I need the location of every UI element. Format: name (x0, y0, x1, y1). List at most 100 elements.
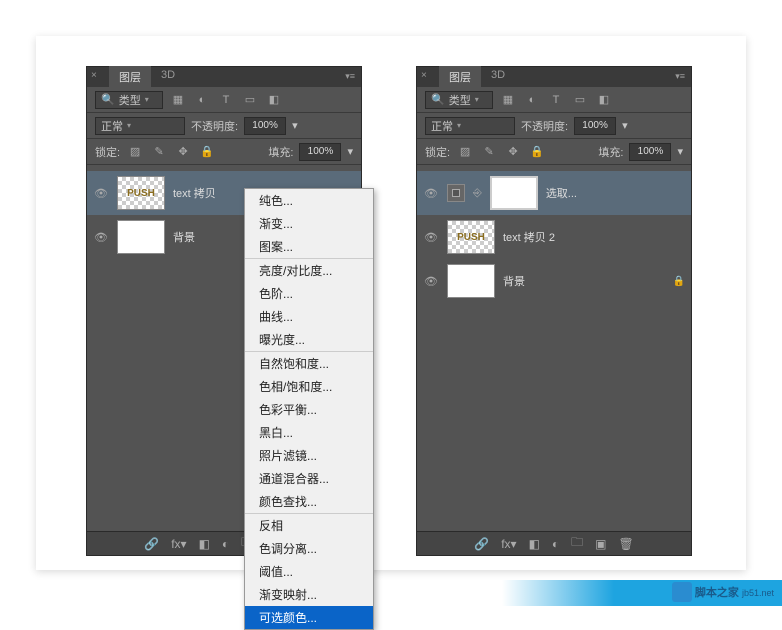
filter-adjust-icon[interactable]: ◐ (523, 91, 541, 109)
layer-thumbnail[interactable] (447, 220, 495, 254)
opacity-stepper-icon[interactable]: ▾ (292, 119, 298, 132)
close-icon[interactable]: × (421, 70, 427, 81)
fill-stepper-icon[interactable]: ▾ (347, 145, 353, 158)
opacity-label: 不透明度: (521, 118, 568, 134)
link-icon[interactable]: ⎆ (473, 187, 482, 200)
filter-type-icon[interactable]: T (547, 91, 565, 109)
menu-item-invert[interactable]: 反相 (245, 514, 373, 537)
visibility-icon[interactable]: 👁 (423, 229, 439, 245)
filter-kind-select[interactable]: 🔍类型▾ (425, 91, 493, 109)
menu-item-exposure[interactable]: 曝光度... (245, 328, 373, 351)
trash-icon[interactable]: 🗑 (619, 537, 634, 551)
menu-item-bw[interactable]: 黑白... (245, 421, 373, 444)
layer-name[interactable]: 选取... (546, 185, 685, 201)
lock-brush-icon[interactable]: ✎ (480, 143, 498, 161)
visibility-icon[interactable]: 👁 (423, 185, 439, 201)
menu-item-posterize[interactable]: 色调分离... (245, 537, 373, 560)
link-icon[interactable]: 🔗 (144, 537, 159, 551)
opacity-value[interactable]: 100% (574, 117, 616, 135)
panel-menu-icon[interactable]: ▾≡ (675, 71, 685, 82)
adjustment-icon[interactable]: ◐ (552, 537, 559, 551)
lock-transparency-icon[interactable]: ▨ (126, 143, 144, 161)
filter-row: 🔍类型▾ ▦ ◐ T ▭ ◧ (417, 87, 691, 113)
menu-item-brightness[interactable]: 亮度/对比度... (245, 259, 373, 282)
filter-pixel-icon[interactable]: ▦ (499, 91, 517, 109)
lock-all-icon[interactable]: 🔒 (528, 143, 546, 161)
fill-stepper-icon[interactable]: ▾ (677, 145, 683, 158)
lock-row: 锁定: ▨ ✎ ✥ 🔒 填充: 100% ▾ (417, 139, 691, 165)
menu-item-threshold[interactable]: 阈值... (245, 560, 373, 583)
layer-thumbnail[interactable] (117, 220, 165, 254)
menu-item-color-balance[interactable]: 色彩平衡... (245, 398, 373, 421)
lock-all-icon[interactable]: 🔒 (198, 143, 216, 161)
close-icon[interactable]: × (91, 70, 97, 81)
opacity-label: 不透明度: (191, 118, 238, 134)
layer-name[interactable]: 背景 (503, 273, 665, 289)
tab-3d[interactable]: 3D (481, 66, 515, 88)
lock-move-icon[interactable]: ✥ (174, 143, 192, 161)
layer-thumbnail[interactable] (117, 176, 165, 210)
new-layer-icon[interactable]: ▣ (595, 537, 606, 551)
tab-layers[interactable]: 图层 (439, 66, 481, 88)
adjustment-icon[interactable]: ◐ (222, 537, 229, 551)
tab-layers[interactable]: 图层 (109, 66, 151, 88)
fill-value[interactable]: 100% (629, 143, 671, 161)
menu-item-hue[interactable]: 色相/饱和度... (245, 375, 373, 398)
layers-panel-right: × 图层 3D ▾≡ 🔍类型▾ ▦ ◐ T ▭ ◧ 正常▾ 不透明度: 100%… (416, 66, 692, 556)
filter-shape-icon[interactable]: ▭ (241, 91, 259, 109)
blend-mode-select[interactable]: 正常▾ (95, 117, 185, 135)
panel-menu-icon[interactable]: ▾≡ (345, 71, 355, 82)
filter-adjust-icon[interactable]: ◐ (193, 91, 211, 109)
visibility-icon[interactable]: 👁 (423, 273, 439, 289)
menu-item-levels[interactable]: 色阶... (245, 282, 373, 305)
menu-item-pattern[interactable]: 图案... (245, 235, 373, 258)
menu-item-solid-color[interactable]: 纯色... (245, 189, 373, 212)
menu-item-selective-color[interactable]: 可选颜色... (245, 606, 373, 629)
menu-item-color-lookup[interactable]: 颜色查找... (245, 490, 373, 513)
opacity-stepper-icon[interactable]: ▾ (622, 119, 628, 132)
layer-item[interactable]: 👁 text 拷贝 2 (417, 215, 691, 259)
menu-item-gradient[interactable]: 渐变... (245, 212, 373, 235)
menu-item-vibrance[interactable]: 自然饱和度... (245, 352, 373, 375)
layer-item[interactable]: 👁 ⎆ 选取... (417, 171, 691, 215)
filter-kind-select[interactable]: 🔍类型▾ (95, 91, 163, 109)
menu-item-channel-mixer[interactable]: 通道混合器... (245, 467, 373, 490)
blend-row: 正常▾ 不透明度: 100% ▾ (417, 113, 691, 139)
fill-label: 填充: (268, 144, 293, 160)
menu-item-gradient-map[interactable]: 渐变映射... (245, 583, 373, 606)
blend-row: 正常▾ 不透明度: 100% ▾ (87, 113, 361, 139)
lock-brush-icon[interactable]: ✎ (150, 143, 168, 161)
link-icon[interactable]: 🔗 (474, 537, 489, 551)
filter-shape-icon[interactable]: ▭ (571, 91, 589, 109)
filter-type-icon[interactable]: T (217, 91, 235, 109)
layer-name[interactable]: text 拷贝 2 (503, 229, 685, 245)
fill-value[interactable]: 100% (299, 143, 341, 161)
lock-transparency-icon[interactable]: ▨ (456, 143, 474, 161)
menu-item-photo-filter[interactable]: 照片滤镜... (245, 444, 373, 467)
filter-pixel-icon[interactable]: ▦ (169, 91, 187, 109)
adjustment-context-menu: 纯色... 渐变... 图案... 亮度/对比度... 色阶... 曲线... … (244, 188, 374, 630)
mask-thumbnail[interactable] (490, 176, 538, 210)
filter-smart-icon[interactable]: ◧ (595, 91, 613, 109)
filter-smart-icon[interactable]: ◧ (265, 91, 283, 109)
layer-list: 👁 ⎆ 选取... 👁 text 拷贝 2 👁 背景 🔒 (417, 165, 691, 309)
fx-icon[interactable]: fx▾ (171, 537, 186, 551)
mask-icon-btn[interactable]: ◧ (199, 537, 210, 551)
blend-mode-select[interactable]: 正常▾ (425, 117, 515, 135)
layer-item[interactable]: 👁 背景 🔒 (417, 259, 691, 303)
panel-tabbar: × 图层 3D ▾≡ (417, 67, 691, 87)
opacity-value[interactable]: 100% (244, 117, 286, 135)
lock-move-icon[interactable]: ✥ (504, 143, 522, 161)
panel-footer: 🔗 fx▾ ◧ ◐ 🗀 ▣ 🗑 (417, 531, 691, 555)
layer-thumbnail[interactable] (447, 264, 495, 298)
visibility-icon[interactable]: 👁 (93, 185, 109, 201)
adjustment-thumbnail[interactable] (447, 184, 465, 202)
lock-label: 锁定: (95, 144, 120, 160)
folder-icon[interactable]: 🗀 (571, 533, 583, 554)
fill-label: 填充: (598, 144, 623, 160)
visibility-icon[interactable]: 👁 (93, 229, 109, 245)
menu-item-curves[interactable]: 曲线... (245, 305, 373, 328)
fx-icon[interactable]: fx▾ (501, 537, 516, 551)
mask-icon-btn[interactable]: ◧ (529, 537, 540, 551)
tab-3d[interactable]: 3D (151, 66, 185, 88)
